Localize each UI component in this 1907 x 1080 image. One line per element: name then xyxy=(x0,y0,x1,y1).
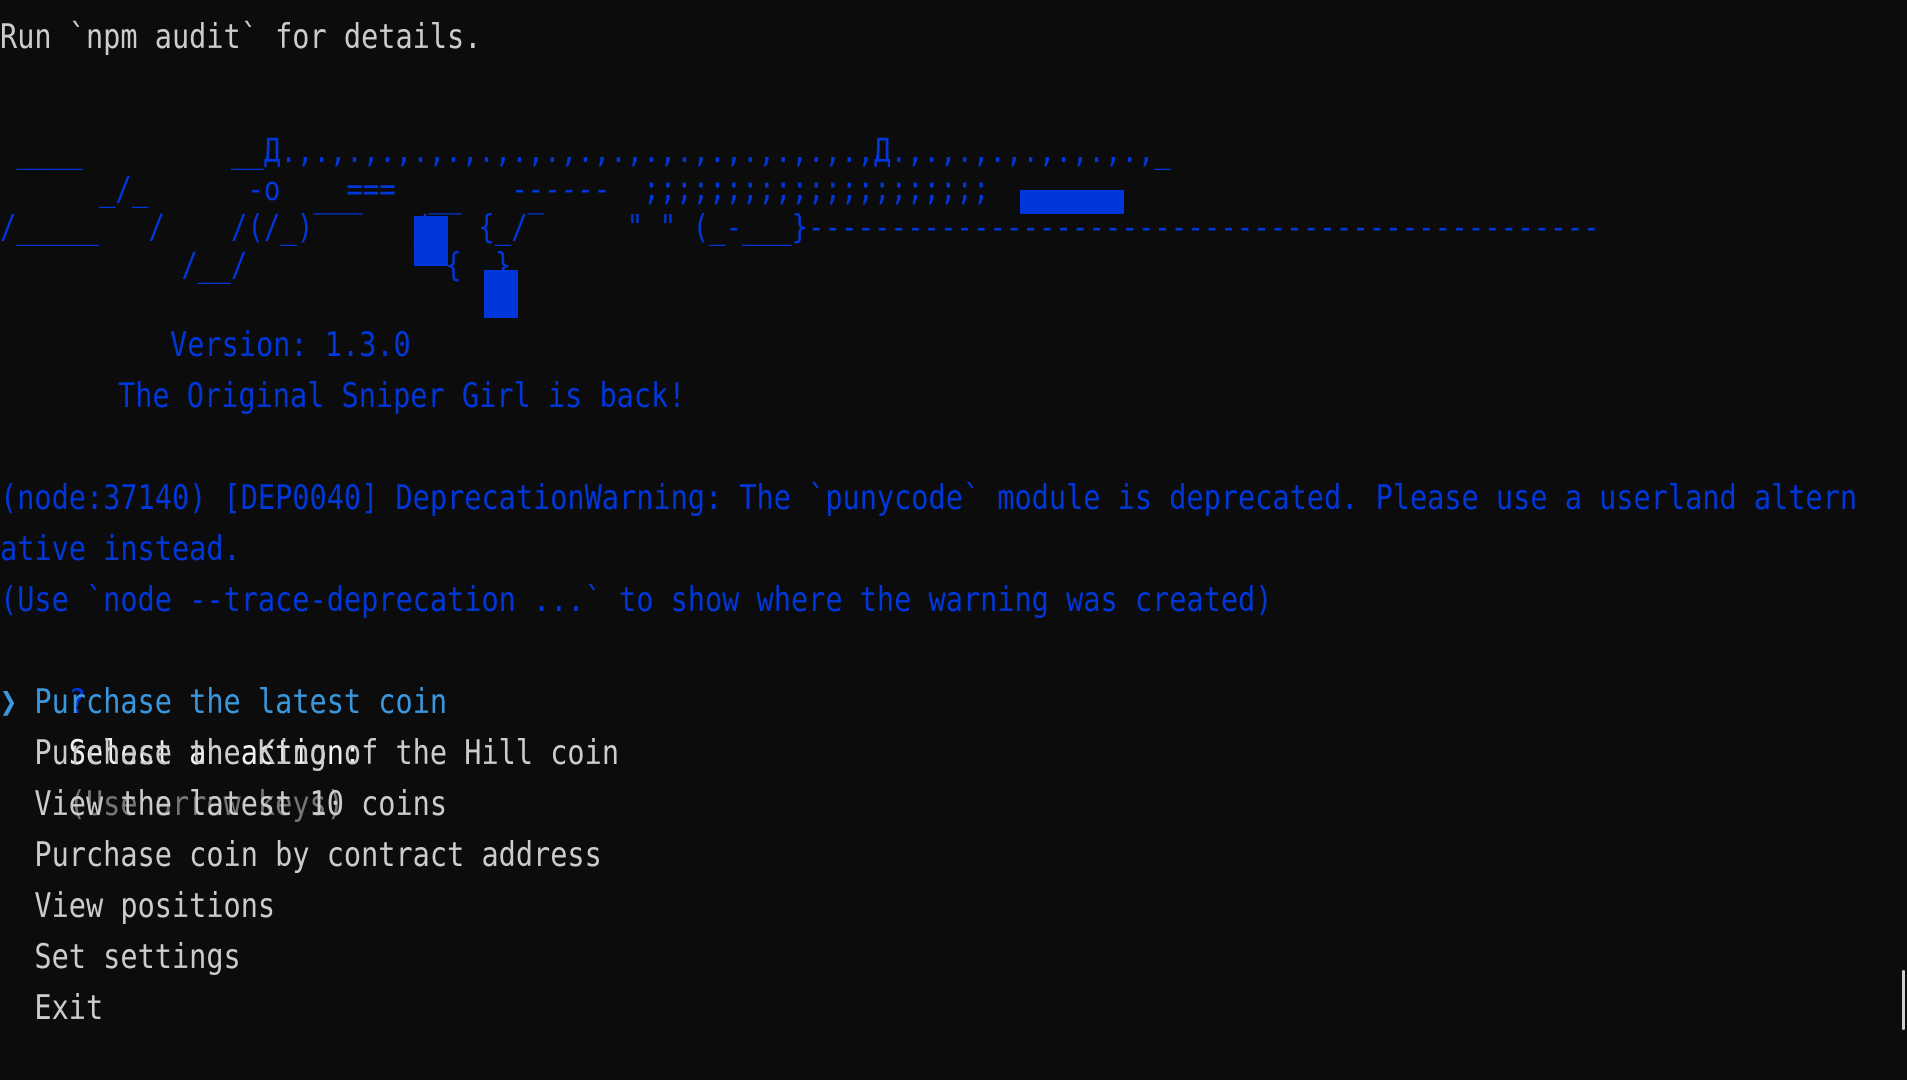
menu-item-label: View positions xyxy=(34,886,276,926)
menu-item-view-latest-coins[interactable]: View the latest 10 coins xyxy=(0,779,447,830)
npm-audit-line: Run `npm audit` for details. xyxy=(0,17,482,57)
deprecation-warning-line-2: ative instead. xyxy=(0,529,241,569)
menu-item-exit[interactable]: Exit xyxy=(0,983,103,1034)
selection-pointer-icon: ❯ xyxy=(0,682,18,722)
menu-item-label: Set settings xyxy=(34,937,241,977)
tagline-text: The Original Sniper Girl is back! xyxy=(118,376,686,416)
terminal-window: Run `npm audit` for details. ____ __Д.,.… xyxy=(0,0,1907,1080)
menu-item-purchase-latest-coin[interactable]: ❯ Purchase the latest coin xyxy=(0,677,447,728)
menu-item-label: View the latest 10 coins xyxy=(34,784,448,824)
banner-art-line-2: _/_ -o === ------ ;;;;;;;;;;;;;;;;;;;;; xyxy=(0,169,990,208)
menu-item-view-positions[interactable]: View positions xyxy=(0,881,275,932)
menu-item-purchase-king-of-hill[interactable]: Purchase the King of the Hill coin xyxy=(0,728,619,779)
menu-item-label: Purchase the King of the Hill coin xyxy=(34,733,620,773)
action-prompt: ? Select an action: (Use arrow keys) xyxy=(0,626,361,824)
menu-item-label: Purchase coin by contract address xyxy=(34,835,602,875)
menu-item-label: Purchase the latest coin xyxy=(34,682,448,722)
banner-block-scope xyxy=(1020,190,1124,214)
terminal-scrollbar[interactable] xyxy=(1902,970,1905,1030)
banner-art-line-1: ____ __Д.,.,.,.,.,.,.,.,.,.,.,.,.,.,.,.,… xyxy=(0,131,1171,170)
version-text: Version: 1.3.0 xyxy=(170,325,411,365)
deprecation-warning-line-3: (Use `node --trace-deprecation ...` to s… xyxy=(0,580,1273,620)
menu-item-purchase-by-contract[interactable]: Purchase coin by contract address xyxy=(0,830,602,881)
menu-item-set-settings[interactable]: Set settings xyxy=(0,932,241,983)
banner-block-trigger xyxy=(484,270,518,318)
banner-block-grip xyxy=(414,216,448,266)
menu-item-label: Exit xyxy=(34,988,104,1028)
deprecation-warning-line-1: (node:37140) [DEP0040] DeprecationWarnin… xyxy=(0,478,1858,518)
banner-art-line-3: /_____ / /(/_)‾‾‾ /‾‾ {_/‾ " " (_-___}--… xyxy=(0,207,1600,246)
